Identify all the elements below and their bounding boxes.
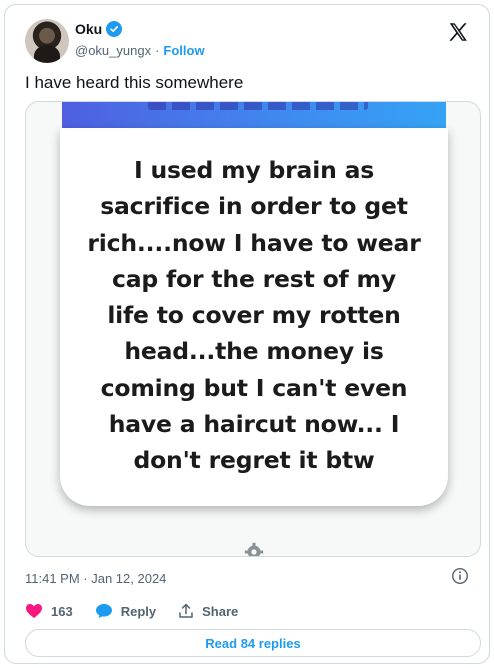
tweet-actions: 163 Reply Share (25, 603, 260, 619)
follow-button[interactable]: Follow (163, 43, 204, 58)
like-count: 163 (51, 603, 73, 619)
reply-bubble-icon (95, 604, 112, 618)
tweet-timestamp[interactable]: 11:41 PM · Jan 12, 2024 (25, 571, 166, 586)
reply-button[interactable]: Reply (95, 603, 156, 619)
media-header-strip (62, 102, 446, 130)
x-logo-icon[interactable] (447, 21, 469, 43)
share-icon (179, 603, 193, 618)
quote-card: I used my brain as sacrifice in order to… (60, 128, 448, 506)
quote-line: life to cover my rotten (107, 301, 401, 330)
author-handle-row: @oku_yungx · Follow (75, 43, 205, 58)
tweet-card: Oku @oku_yungx · Follow I have heard thi… (4, 4, 490, 664)
settings-gear-icon (244, 542, 264, 556)
avatar[interactable] (25, 19, 69, 63)
share-label: Share (202, 603, 239, 619)
share-button[interactable]: Share (178, 603, 238, 619)
quote-line: coming but I can't even (100, 373, 408, 402)
author-handle[interactable]: @oku_yungx (75, 43, 151, 58)
quote-line: rich....now I have to wear (87, 228, 421, 257)
quote-line: head...the money is (124, 337, 384, 366)
verified-badge-icon (106, 21, 123, 37)
handle-separator: · (155, 43, 160, 58)
like-button[interactable]: 163 (25, 603, 73, 619)
quote-text: I used my brain as sacrifice in order to… (70, 152, 438, 479)
quote-line: have a haircut now... I (108, 410, 400, 439)
tweet-media[interactable]: I used my brain as sacrifice in order to… (25, 101, 481, 557)
reply-label: Reply (120, 603, 157, 619)
tweet-text: I have heard this somewhere (25, 73, 244, 92)
author-name-row: Oku (75, 21, 123, 37)
read-replies-button[interactable]: Read 84 replies (25, 629, 481, 657)
author-name[interactable]: Oku (75, 21, 102, 37)
heart-icon (26, 604, 42, 618)
read-replies-label: Read 84 replies (205, 635, 301, 651)
info-icon[interactable] (451, 567, 469, 585)
quote-line: don't regret it btw (133, 446, 375, 475)
quote-line: cap for the rest of my (112, 264, 396, 293)
quote-line: sacrifice in order to get (100, 192, 408, 221)
quote-line: I used my brain as (133, 156, 375, 184)
